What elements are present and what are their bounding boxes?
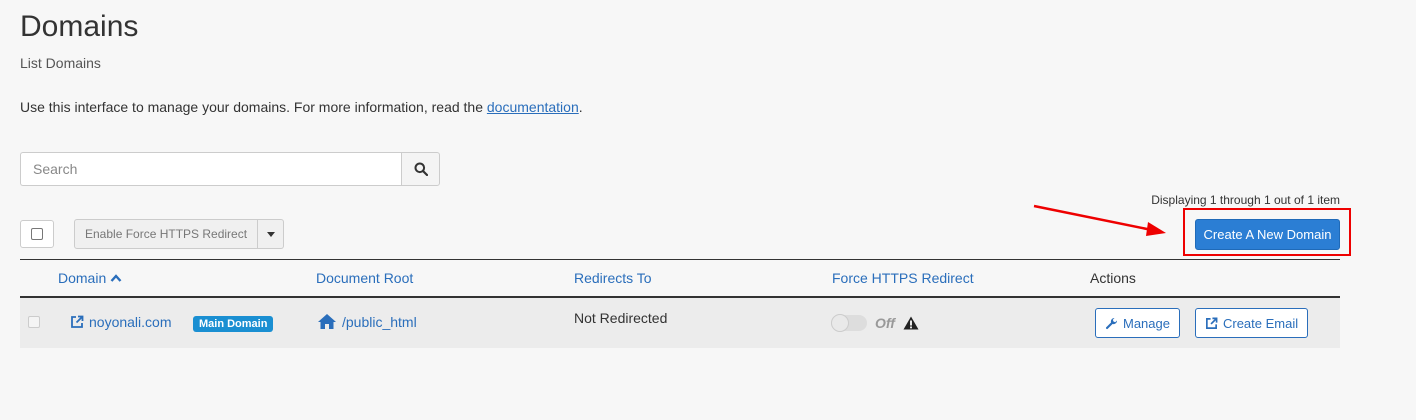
manage-button-label: Manage [1123, 315, 1170, 331]
table-row: noyonali.com Main Domain /public_html No… [20, 298, 1340, 348]
home-icon [318, 314, 336, 329]
search-input[interactable] [20, 152, 402, 186]
search-button[interactable] [401, 152, 440, 186]
checkbox-square [31, 228, 43, 240]
domain-header-label: Domain [58, 270, 107, 286]
intro-text-end: . [578, 99, 583, 115]
force-https-button-group: Enable Force HTTPS Redirect [74, 219, 285, 249]
page-subtitle: List Domains [20, 55, 101, 71]
red-arrow-annotation [1033, 204, 1166, 236]
intro-text: Use this interface to manage your domain… [20, 99, 583, 115]
documentation-link[interactable]: documentation [487, 99, 579, 115]
warning-icon [903, 316, 919, 330]
create-email-button[interactable]: Create Email [1194, 308, 1309, 338]
table-header: Domain Document Root Redirects To Force … [20, 260, 1340, 296]
create-new-domain-button[interactable]: Create A New Domain [1195, 219, 1340, 250]
caret-down-icon [266, 231, 275, 237]
checkbox-square [28, 316, 40, 328]
redirects-to-value: Not Redirected [574, 310, 668, 326]
external-link-icon [71, 315, 84, 328]
domain-link[interactable]: noyonali.com [89, 314, 172, 330]
force-https-cell: Off [831, 314, 919, 332]
external-link-icon [1206, 317, 1218, 329]
sort-ascending-icon [110, 274, 122, 282]
create-email-button-label: Create Email [1222, 315, 1299, 331]
document-root-link[interactable]: /public_html [342, 314, 417, 330]
actions-cell: Manage Create Email [1095, 308, 1309, 338]
toggle-knob [831, 314, 849, 332]
select-all-checkbox[interactable] [20, 220, 54, 248]
redirects-to-column-header[interactable]: Redirects To [574, 270, 652, 286]
main-domain-badge: Main Domain [193, 314, 274, 332]
page-title: Domains [20, 10, 139, 43]
main-domain-badge-label: Main Domain [193, 316, 274, 332]
intro-text-body: Use this interface to manage your domain… [20, 99, 483, 115]
row-select-checkbox[interactable] [28, 316, 40, 328]
force-https-status: Off [875, 315, 895, 331]
wrench-icon [1105, 317, 1118, 329]
manage-button[interactable]: Manage [1095, 308, 1180, 338]
search-icon [414, 162, 428, 176]
actions-column-header: Actions [1090, 270, 1136, 286]
domain-cell: noyonali.com [70, 314, 172, 330]
enable-force-https-button[interactable]: Enable Force HTTPS Redirect [74, 219, 259, 249]
force-https-dropdown-toggle[interactable] [258, 219, 285, 249]
pagination-summary: Displaying 1 through 1 out of 1 item [1151, 193, 1340, 207]
document-root-cell: /public_html [317, 313, 417, 330]
document-root-column-header[interactable]: Document Root [316, 270, 413, 286]
domain-column-header[interactable]: Domain [58, 270, 122, 286]
search-bar [20, 152, 440, 186]
force-https-toggle[interactable] [831, 314, 867, 332]
force-https-column-header[interactable]: Force HTTPS Redirect [832, 270, 974, 286]
